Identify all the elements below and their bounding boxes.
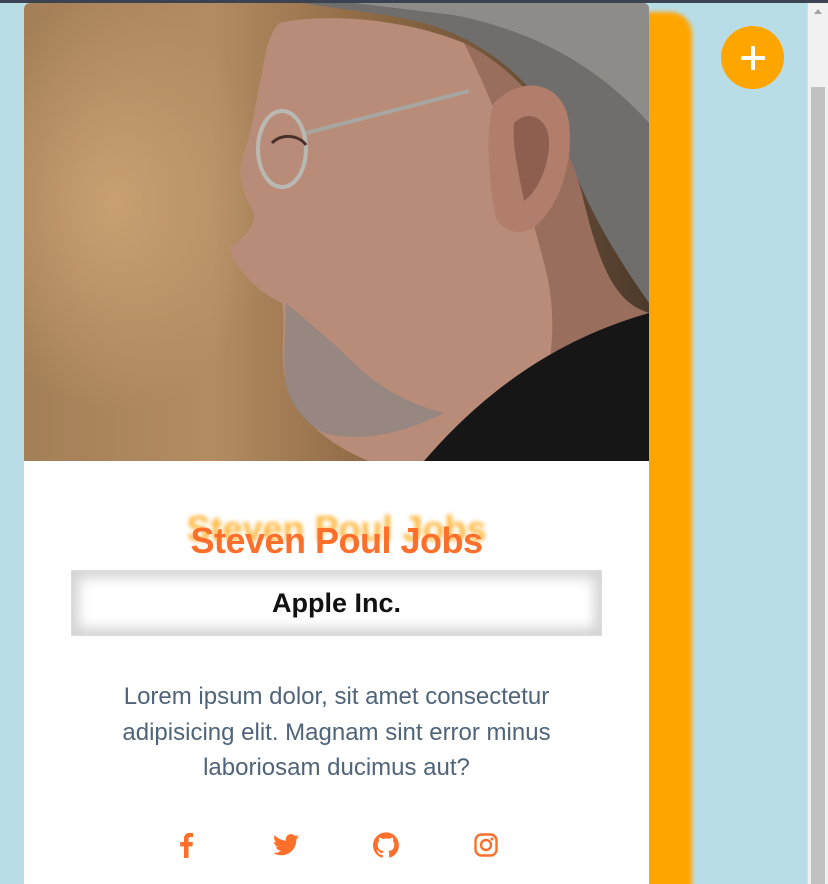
github-icon — [373, 832, 399, 858]
portrait-illustration — [229, 3, 649, 461]
profile-description: Lorem ipsum dolor, sit amet consectetur … — [122, 683, 551, 781]
profile-name-block: Steven Poul Jobs Steven Poul Jobs — [24, 508, 649, 564]
vertical-scrollbar[interactable] — [807, 3, 828, 884]
github-link[interactable] — [370, 829, 402, 861]
scroll-thumb[interactable] — [811, 87, 825, 884]
company-badge: Apple Inc. — [71, 570, 602, 636]
facebook-icon — [180, 832, 193, 858]
scroll-up-arrow-icon[interactable] — [814, 9, 822, 14]
twitter-icon — [273, 834, 299, 856]
facebook-link[interactable] — [170, 829, 202, 861]
instagram-icon — [474, 833, 498, 857]
profile-card: Steven Poul Jobs Steven Poul Jobs Apple … — [24, 3, 649, 884]
profile-photo — [24, 3, 649, 461]
social-links — [24, 829, 649, 863]
profile-name: Steven Poul Jobs — [190, 520, 483, 561]
twitter-link[interactable] — [270, 829, 302, 861]
add-button[interactable] — [721, 26, 784, 89]
instagram-link[interactable] — [470, 829, 502, 861]
plus-icon — [740, 45, 765, 70]
